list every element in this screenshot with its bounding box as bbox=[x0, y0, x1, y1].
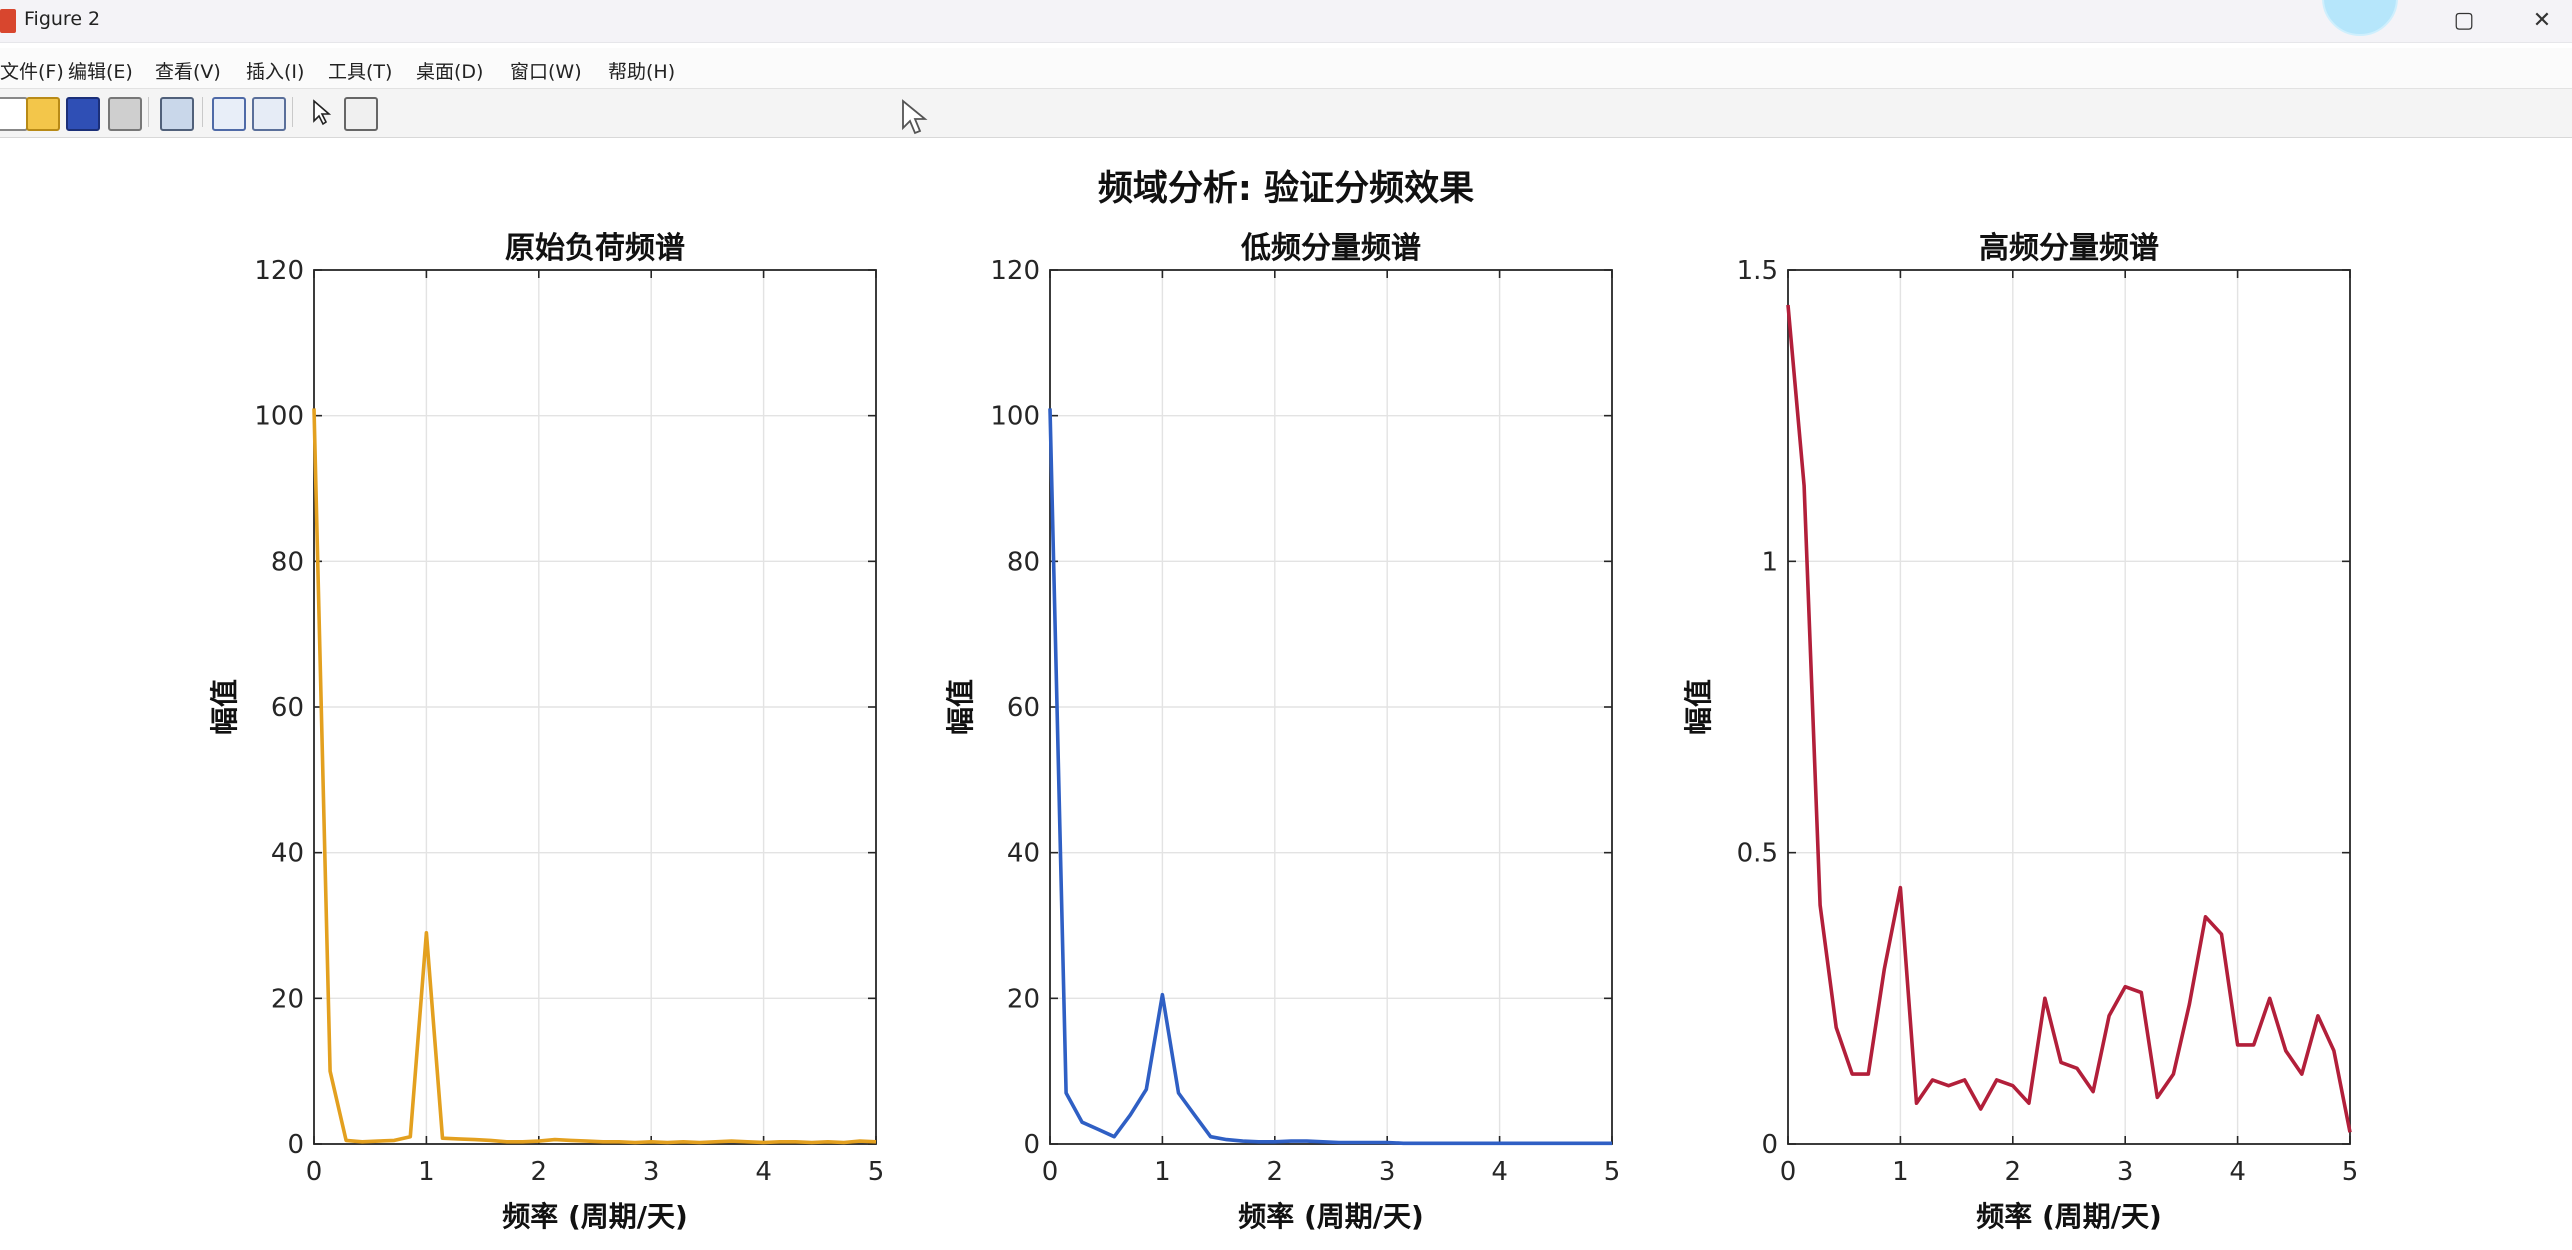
raw-load-spectrum-ytick-label: 100 bbox=[254, 402, 304, 432]
low-freq-spectrum-ytick-label: 120 bbox=[990, 256, 1040, 286]
high-freq-spectrum-xtick-label: 5 bbox=[2342, 1157, 2359, 1187]
raw-load-spectrum-xtick-label: 1 bbox=[418, 1157, 435, 1187]
raw-load-spectrum-xtick-label: 3 bbox=[643, 1157, 660, 1187]
raw-load-spectrum-ytick-label: 20 bbox=[271, 984, 304, 1014]
low-freq-spectrum-ylabel: 幅值 bbox=[944, 679, 977, 735]
high-freq-spectrum-xtick-label: 4 bbox=[2229, 1157, 2246, 1187]
low-freq-spectrum-xtick-label: 5 bbox=[1604, 1157, 1621, 1187]
low-freq-spectrum-ytick-label: 20 bbox=[1007, 984, 1040, 1014]
raw-load-spectrum-ytick-label: 60 bbox=[271, 693, 304, 723]
high-freq-spectrum-ytick-label: 0 bbox=[1761, 1130, 1778, 1160]
high-freq-spectrum-xtick-label: 3 bbox=[2117, 1157, 2134, 1187]
high-freq-spectrum-xtick-label: 2 bbox=[2005, 1157, 2022, 1187]
low-freq-spectrum-ytick-label: 80 bbox=[1007, 547, 1040, 577]
low-freq-spectrum-xtick-label: 2 bbox=[1267, 1157, 1284, 1187]
high-freq-spectrum-xtick-label: 1 bbox=[1892, 1157, 1909, 1187]
raw-load-spectrum-ytick-label: 0 bbox=[287, 1130, 304, 1160]
raw-load-spectrum-xtick-label: 2 bbox=[531, 1157, 548, 1187]
low-freq-spectrum-xtick-label: 3 bbox=[1379, 1157, 1396, 1187]
high-freq-spectrum-title: 高频分量频谱 bbox=[1979, 231, 2159, 266]
raw-load-spectrum-ytick-label: 80 bbox=[271, 547, 304, 577]
high-freq-spectrum-xtick-label: 0 bbox=[1780, 1157, 1797, 1187]
low-freq-spectrum-xtick-label: 1 bbox=[1154, 1157, 1171, 1187]
high-freq-spectrum-ytick-label: 1.5 bbox=[1737, 256, 1778, 286]
low-freq-spectrum-ytick-label: 100 bbox=[990, 402, 1040, 432]
raw-load-spectrum-ytick-label: 40 bbox=[271, 839, 304, 869]
low-freq-spectrum-xlabel: 频率 (周期/天) bbox=[1238, 1200, 1424, 1233]
low-freq-spectrum-ytick-label: 60 bbox=[1007, 693, 1040, 723]
high-freq-spectrum-ytick-label: 1 bbox=[1761, 547, 1778, 577]
raw-load-spectrum-xtick-label: 5 bbox=[868, 1157, 885, 1187]
low-freq-spectrum-xtick-label: 4 bbox=[1491, 1157, 1508, 1187]
high-freq-spectrum-ytick-label: 0.5 bbox=[1737, 839, 1778, 869]
raw-load-spectrum-xtick-label: 4 bbox=[755, 1157, 772, 1187]
raw-load-spectrum-xlabel: 频率 (周期/天) bbox=[502, 1200, 688, 1233]
raw-load-spectrum-title: 原始负荷频谱 bbox=[505, 231, 685, 266]
raw-load-spectrum-xtick-label: 0 bbox=[306, 1157, 323, 1187]
raw-load-spectrum-ytick-label: 120 bbox=[254, 256, 304, 286]
low-freq-spectrum-ytick-label: 40 bbox=[1007, 839, 1040, 869]
low-freq-spectrum-ytick-label: 0 bbox=[1023, 1130, 1040, 1160]
raw-load-spectrum-ylabel: 幅值 bbox=[208, 679, 241, 735]
high-freq-spectrum-xlabel: 频率 (周期/天) bbox=[1976, 1200, 2162, 1233]
figure-axes-area[interactable]: 0 1 2 3 4 5020406080100120原始负荷频谱频率 (周期/天)幅值0 1… bbox=[0, 0, 2572, 1250]
high-freq-spectrum-ylabel: 幅值 bbox=[1682, 679, 1715, 735]
low-freq-spectrum-title: 低频分量频谱 bbox=[1240, 231, 1421, 266]
low-freq-spectrum-xtick-label: 0 bbox=[1042, 1157, 1059, 1187]
